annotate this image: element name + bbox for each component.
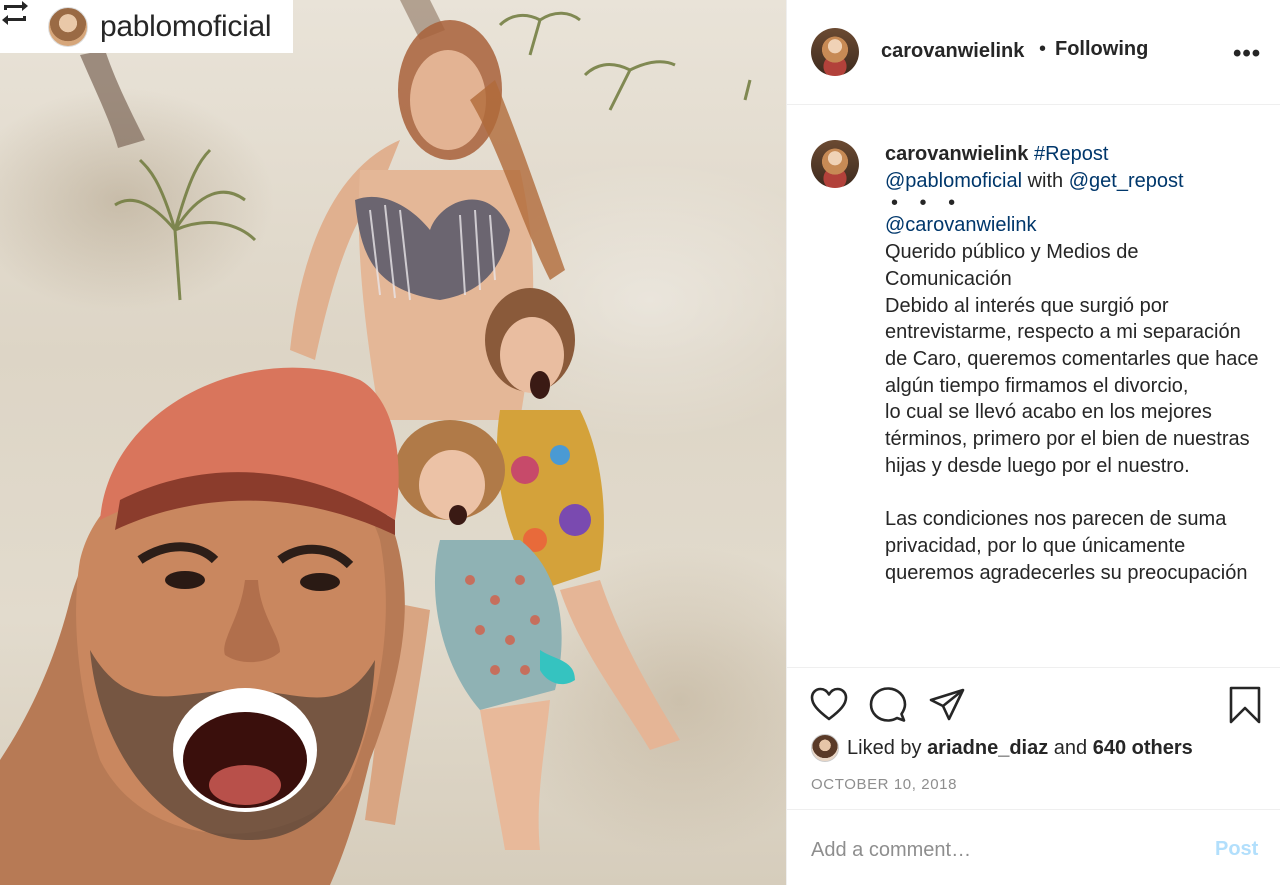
author-avatar[interactable] xyxy=(811,28,859,76)
repost-attribution[interactable]: pablomoficial xyxy=(0,0,293,53)
liker-username[interactable]: ariadne_diaz xyxy=(927,737,1048,760)
post-date[interactable]: OCTOBER 10, 2018 xyxy=(811,776,957,793)
caption-with-text: with xyxy=(1027,169,1064,192)
hashtag-link[interactable]: #Repost xyxy=(1034,143,1109,165)
post-comment-button[interactable]: Post xyxy=(1215,838,1258,861)
caption-author-avatar[interactable] xyxy=(811,140,859,188)
post-photo[interactable]: pablomoficial xyxy=(0,0,786,885)
bookmark-icon[interactable] xyxy=(1225,685,1265,725)
share-icon[interactable] xyxy=(927,685,967,725)
comment-bar: Post xyxy=(787,809,1280,885)
comment-icon[interactable] xyxy=(868,685,908,725)
liker-avatar[interactable] xyxy=(811,734,839,762)
caption-line: Querido público y Medios de Comunicación xyxy=(885,241,1139,290)
caption-paragraph: Las condiciones nos parecen de suma priv… xyxy=(885,508,1248,584)
caption-username[interactable]: carovanwielink xyxy=(885,143,1028,165)
caption-dots: • • • xyxy=(891,192,964,215)
mention-link[interactable]: @pablomoficial xyxy=(885,170,1022,192)
following-button[interactable]: Following xyxy=(1055,38,1148,61)
likes-summary: Liked by ariadne_diaz and 640 others xyxy=(811,734,1193,762)
post-actions: Liked by ariadne_diaz and 640 others OCT… xyxy=(787,667,1280,809)
header-separator: • xyxy=(1039,38,1047,60)
likes-prefix: Liked by xyxy=(847,736,922,759)
post-header: carovanwielink • Following ••• xyxy=(787,0,1280,105)
repost-avatar[interactable] xyxy=(48,6,88,47)
likes-and: and xyxy=(1053,736,1088,759)
author-username[interactable]: carovanwielink xyxy=(881,40,1024,63)
caption-line: lo cual se llevó acabo en los mejores té… xyxy=(885,401,1250,477)
caption-section: carovanwielink #Repost @pablomoficial wi… xyxy=(787,105,1280,667)
more-options-icon[interactable]: ••• xyxy=(1233,40,1261,68)
comment-input[interactable] xyxy=(811,834,1191,866)
caption-text: carovanwielink #Repost @pablomoficial wi… xyxy=(885,141,1265,586)
heart-icon[interactable] xyxy=(809,685,849,725)
mention-link[interactable]: @get_repost xyxy=(1069,170,1184,192)
post-side-panel: carovanwielink • Following ••• carovanwi… xyxy=(786,0,1280,885)
photo-illustration xyxy=(0,0,752,885)
likes-count-link[interactable]: 640 others xyxy=(1093,737,1193,760)
repost-username[interactable]: pablomoficial xyxy=(100,10,272,44)
repost-icon xyxy=(2,1,40,42)
caption-line: Debido al interés que surgió por entrevi… xyxy=(885,294,1259,397)
mention-link[interactable]: @carovanwielink xyxy=(885,214,1036,236)
